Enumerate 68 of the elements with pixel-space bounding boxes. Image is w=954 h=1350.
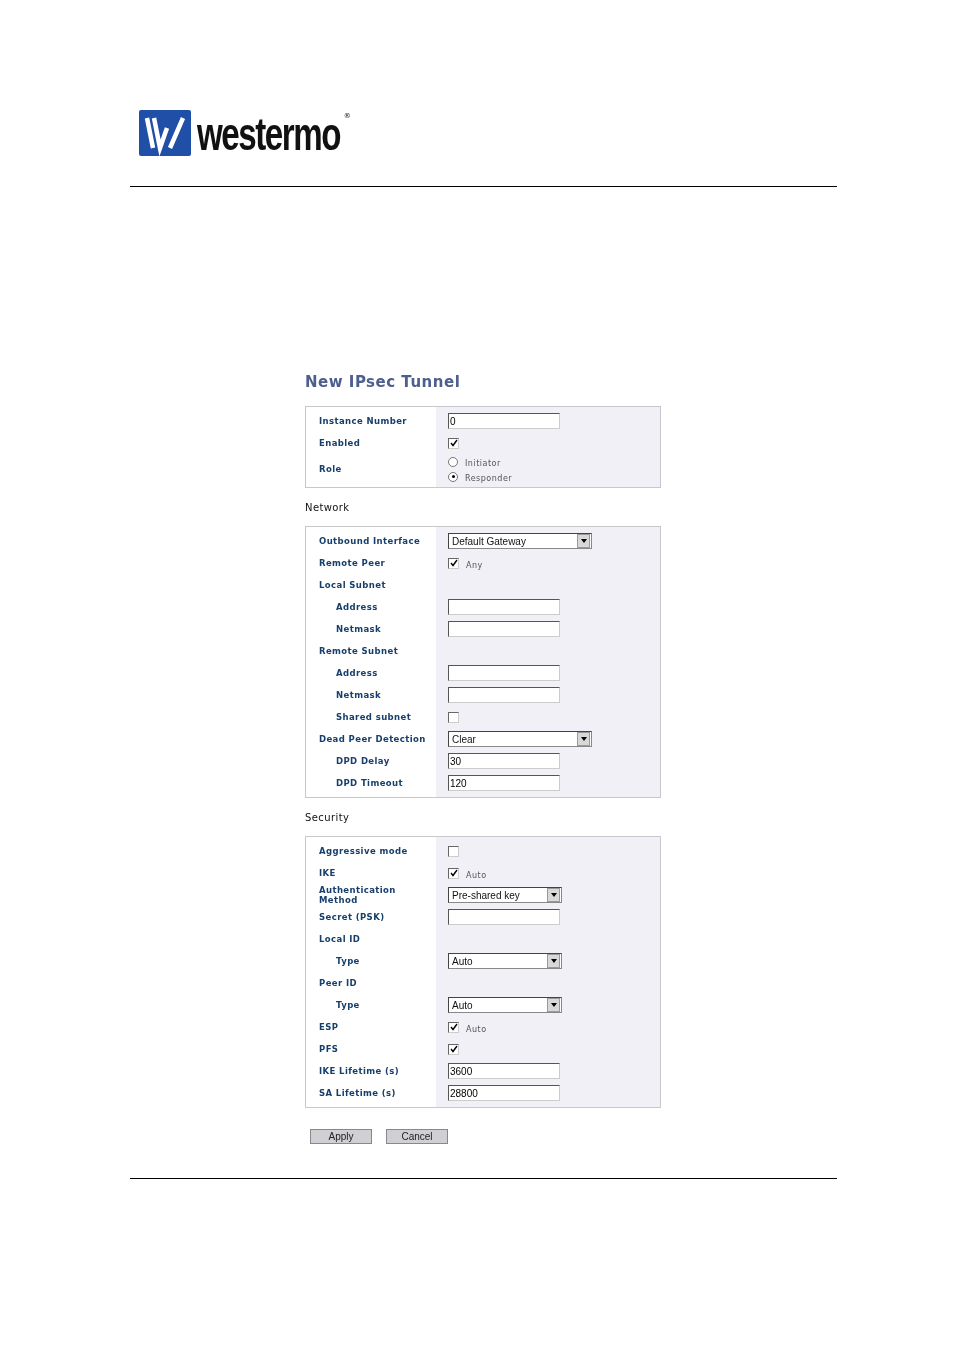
checkbox-label: Auto (466, 870, 487, 880)
input-field[interactable] (448, 621, 560, 637)
input-field[interactable] (448, 599, 560, 615)
field-label: Peer ID (318, 978, 358, 988)
form-button[interactable]: Apply (310, 1129, 372, 1144)
checkbox-label: Any (466, 560, 483, 570)
input-field[interactable] (448, 687, 560, 703)
field-label: Instance Number (318, 416, 408, 426)
field-label: ESP (318, 1022, 340, 1032)
field-label: Remote Peer (318, 558, 387, 568)
field-label: Authentication Method (318, 885, 397, 905)
input-field[interactable]: 28800 (448, 1085, 560, 1101)
checkbox[interactable] (448, 1043, 459, 1055)
field-label: DPD Delay (335, 756, 391, 766)
dropdown[interactable]: Auto (448, 953, 562, 969)
field-label: Local Subnet (318, 580, 387, 590)
checkbox[interactable] (448, 845, 459, 857)
field-label: Enabled (318, 438, 362, 448)
section-heading: Security (305, 812, 351, 823)
field-label: IKE (318, 868, 337, 878)
input-field[interactable]: 0 (448, 413, 560, 429)
radio-button[interactable] (448, 471, 458, 482)
input-field[interactable] (448, 909, 560, 925)
input-field[interactable]: 30 (448, 753, 560, 769)
field-label: Secret (PSK) (318, 912, 386, 922)
logo-icon (139, 110, 191, 156)
dropdown[interactable]: Default Gateway (448, 533, 592, 549)
field-label: Shared subnet (335, 712, 413, 722)
field-label: Netmask (335, 624, 383, 634)
radio-button[interactable] (448, 456, 458, 467)
radio-label: Responder (465, 474, 513, 483)
checkbox[interactable] (448, 711, 459, 723)
caret-icon (580, 539, 587, 543)
input-field[interactable]: 120 (448, 775, 560, 791)
field-label: Type (335, 956, 361, 966)
dropdown[interactable]: Auto (448, 997, 562, 1013)
field-label: Local ID (318, 934, 362, 944)
field-label: PFS (318, 1044, 340, 1054)
page-title: New IPsec Tunnel (305, 373, 462, 391)
field-label: Outbound Interface (318, 536, 422, 546)
field-label: DPD Timeout (335, 778, 404, 788)
field-label: Address (335, 602, 379, 612)
field-label: Aggressive mode (318, 846, 409, 856)
checkbox-label: Auto (466, 1024, 487, 1034)
caret-icon (550, 1003, 557, 1007)
form-button[interactable]: Cancel (386, 1129, 448, 1144)
checkbox[interactable] (448, 1021, 459, 1033)
checkbox[interactable] (448, 437, 459, 449)
caret-icon (550, 959, 557, 963)
caret-icon (580, 737, 587, 741)
checkbox[interactable] (448, 557, 459, 569)
field-label: Type (335, 1000, 361, 1010)
checkbox[interactable] (448, 867, 459, 879)
field-label: IKE Lifetime (s) (318, 1066, 401, 1076)
field-label: Dead Peer Detection (318, 734, 427, 744)
field-label: Address (335, 668, 379, 678)
caret-icon (550, 893, 557, 897)
input-field[interactable] (448, 665, 560, 681)
dropdown[interactable]: Pre-shared key (448, 887, 562, 903)
field-label: SA Lifetime (s) (318, 1088, 397, 1098)
input-field[interactable]: 3600 (448, 1063, 560, 1079)
field-label: Remote Subnet (318, 646, 400, 656)
dropdown[interactable]: Clear (448, 731, 592, 747)
section-heading: Network (305, 502, 351, 513)
radio-label: Initiator (465, 459, 501, 468)
field-label: Netmask (335, 690, 383, 700)
logo-wordmark: westermo (197, 114, 341, 154)
field-label: Role (318, 464, 343, 474)
